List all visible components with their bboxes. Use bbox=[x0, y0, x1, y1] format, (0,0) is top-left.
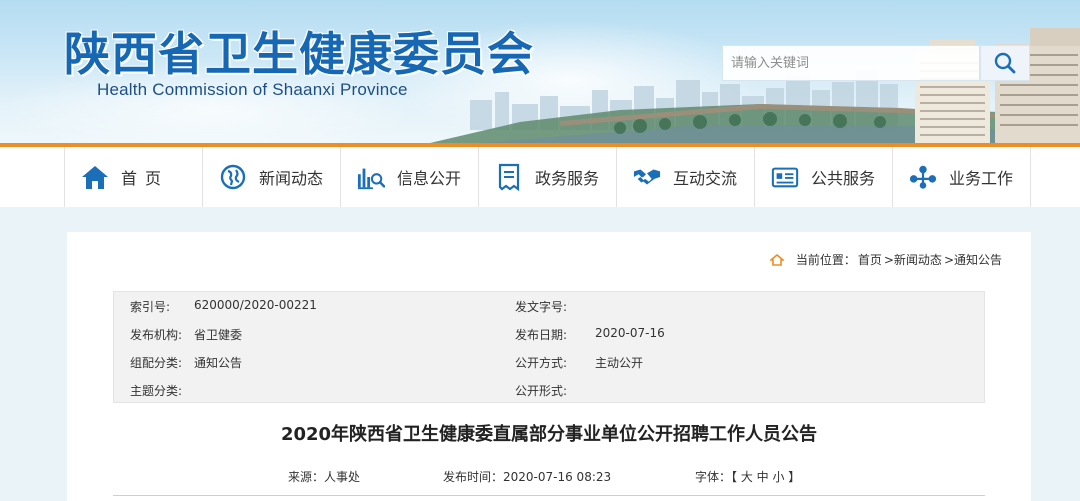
nav-item-home[interactable]: 首页 bbox=[65, 147, 203, 207]
info-key: 组配分类: bbox=[130, 356, 183, 370]
card-icon bbox=[771, 163, 799, 191]
nav-item-label: 互动交流 bbox=[673, 169, 738, 188]
info-value: 620000/2020-00221 bbox=[194, 298, 317, 312]
main-nav: 首页 新闻动态 信息公开 政务服务 互动交流 公共服务 业务工作 bbox=[0, 147, 1080, 207]
nav-item-news[interactable]: 新闻动态 bbox=[203, 147, 341, 207]
breadcrumb-link-notices[interactable]: >通知公告 bbox=[944, 251, 1002, 268]
article-title: 2020年陕西省卫生健康委直属部分事业单位公开招聘工作人员公告 bbox=[280, 424, 818, 445]
article-source: 来源：人事处 bbox=[288, 470, 361, 484]
nav-item-label: 业务工作 bbox=[949, 169, 1014, 188]
search-box bbox=[722, 45, 980, 81]
search-button[interactable] bbox=[980, 45, 1030, 81]
breadcrumb-prefix: 当前位置： bbox=[795, 253, 856, 267]
document-info-table: 索引号: 620000/2020-00221 发文字号: 发布机构: 省卫健委 … bbox=[113, 291, 985, 403]
nav-item-business-work[interactable]: 业务工作 bbox=[893, 147, 1031, 207]
info-row: 组配分类: 通知公告 公开方式: 主动公开 bbox=[114, 348, 984, 376]
site-subtitle: Health Commission of Shaanxi Province bbox=[97, 80, 408, 99]
info-key: 发文字号: bbox=[515, 300, 568, 314]
home-icon bbox=[769, 253, 784, 266]
home-icon bbox=[81, 163, 109, 191]
globe-icon bbox=[219, 163, 247, 191]
info-row: 发布机构: 省卫健委 发布日期: 2020-07-16 bbox=[114, 320, 984, 348]
nav-item-label: 信息公开 bbox=[397, 169, 462, 188]
info-key: 主题分类: bbox=[130, 384, 183, 398]
info-row: 主题分类: 公开形式: bbox=[114, 376, 984, 404]
search-input[interactable] bbox=[723, 46, 979, 80]
handshake-icon bbox=[633, 163, 661, 191]
site-header: 陕西省卫生健康委员会 Health Commission of Shaanxi … bbox=[0, 0, 1080, 143]
nav-item-gov-services[interactable]: 政务服务 bbox=[479, 147, 617, 207]
nav-item-label: 政务服务 bbox=[535, 169, 600, 188]
content-panel: 当前位置： 首页 >新闻动态 >通知公告 索引号: 620000/2020-00… bbox=[67, 232, 1031, 501]
info-value: 通知公告 bbox=[194, 356, 243, 370]
breadcrumb: 当前位置： 首页 >新闻动态 >通知公告 bbox=[769, 251, 1002, 268]
info-row: 索引号: 620000/2020-00221 发文字号: bbox=[114, 292, 984, 320]
nav-item-label: 公共服务 bbox=[811, 169, 876, 188]
divider bbox=[113, 495, 985, 496]
nav-item-label: 新闻动态 bbox=[259, 169, 324, 188]
document-icon bbox=[495, 163, 523, 191]
chart-search-icon bbox=[357, 163, 385, 191]
info-value: 2020-07-16 bbox=[595, 326, 665, 340]
network-icon bbox=[909, 163, 937, 191]
nav-item-public-services[interactable]: 公共服务 bbox=[755, 147, 893, 207]
info-value: 省卫健委 bbox=[194, 328, 243, 342]
site-title: 陕西省卫生健康委员会 bbox=[64, 27, 534, 81]
nav-item-interaction[interactable]: 互动交流 bbox=[617, 147, 755, 207]
info-key: 发布日期: bbox=[515, 328, 568, 342]
breadcrumb-link-news[interactable]: >新闻动态 bbox=[884, 251, 942, 268]
search-icon bbox=[994, 52, 1016, 74]
breadcrumb-link-home[interactable]: 首页 bbox=[858, 251, 882, 268]
info-key: 索引号: bbox=[130, 300, 171, 314]
font-size-selector[interactable]: 字体：【 大 中 小 】 bbox=[695, 468, 800, 485]
info-key: 发布机构: bbox=[130, 328, 183, 342]
nav-item-info-disclosure[interactable]: 信息公开 bbox=[341, 147, 479, 207]
nav-item-label: 首页 bbox=[121, 169, 170, 188]
info-key: 公开方式: bbox=[515, 356, 568, 370]
info-key: 公开形式: bbox=[515, 384, 568, 398]
nav-items: 首页 新闻动态 信息公开 政务服务 互动交流 公共服务 业务工作 bbox=[64, 147, 1031, 207]
article-publish-time: 发布时间：2020-07-16 08:23 bbox=[443, 470, 612, 484]
info-value: 主动公开 bbox=[595, 356, 644, 370]
